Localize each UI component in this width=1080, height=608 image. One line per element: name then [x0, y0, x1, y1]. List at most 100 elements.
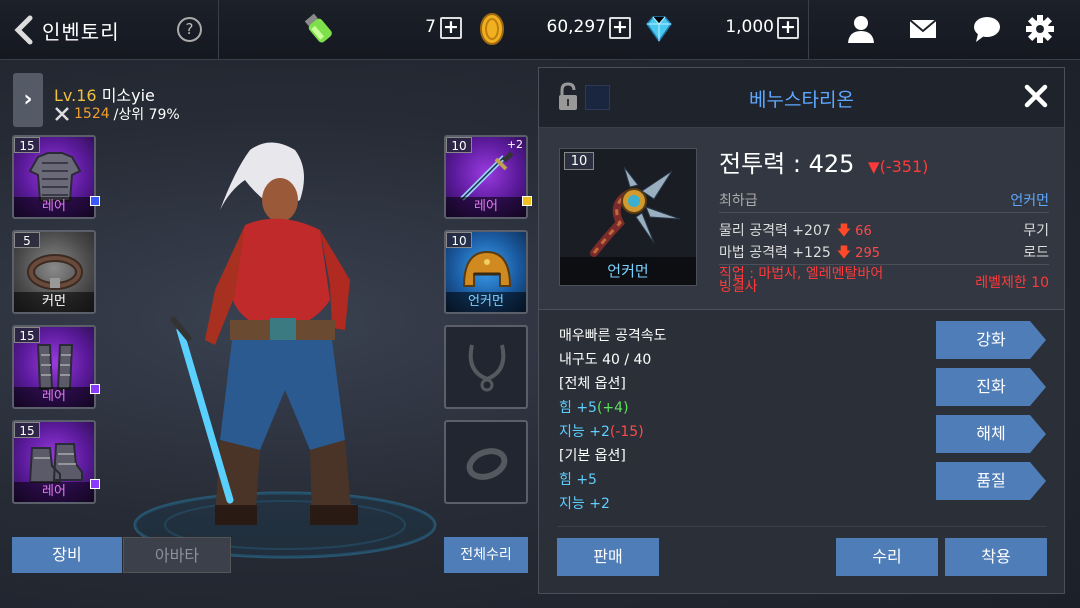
back-button[interactable]: 인벤토리 [12, 12, 132, 48]
slot-level: 10 [446, 137, 472, 153]
requirements-row: 직업 : 마법사, 엘레멘탈바어 빙결사 레벨제한 10 [719, 266, 1049, 295]
magic-attack-diff: 295 [855, 246, 880, 261]
add-gold-button[interactable]: + [609, 17, 631, 39]
gem-icon [646, 16, 672, 43]
base-strength: 힘 +5 [559, 472, 597, 488]
quality-row: 최하급 언커먼 [719, 190, 1049, 210]
magic-attack-row: 마법 공격력 +125 🡇 295 로드 [719, 242, 1049, 266]
socket-gem-icon [90, 196, 100, 206]
help-icon[interactable]: ? [177, 17, 202, 42]
top-bar: 인벤토리 ? 7 + 60,297 + 1,000 + [0, 0, 1080, 60]
combat-power-value: 1524 [74, 106, 110, 122]
panel-header: 베누스타리온 [539, 68, 1064, 128]
chest-armor-icon [28, 152, 82, 202]
dismantle-button[interactable]: 해체 [936, 415, 1046, 453]
socket-gem-icon [90, 479, 100, 489]
physical-attack: 물리 공격력 +207 [719, 223, 831, 239]
belt-slot[interactable]: 5 커먼 [12, 230, 96, 314]
item-detail-panel: 베누스타리온 10 언커먼 전투력 : 425 ▼(-351) 최하급 언커먼 [538, 67, 1065, 594]
combat-diff: (-351) [879, 157, 929, 176]
quality-label: 최하급 [719, 193, 758, 209]
attack-speed: 매우빠른 공격속도 [559, 328, 667, 344]
level-label: Lv.16 [54, 86, 97, 105]
slot-level: 10 [446, 232, 472, 248]
character-model [133, 142, 437, 559]
decrease-arrow-icon: ▼ [868, 158, 880, 176]
decrease-arrow-icon: 🡇 [836, 223, 852, 239]
slot-level: 5 [14, 232, 40, 248]
magic-attack: 마법 공격력 +125 [719, 245, 831, 261]
level-requirement: 레벨제한 10 [975, 275, 1049, 291]
leg-armor-slot[interactable]: 15 레어 [12, 325, 96, 409]
sell-button[interactable]: 판매 [557, 538, 659, 576]
physical-attack-diff: 66 [855, 224, 872, 239]
quality-button[interactable]: 품질 [936, 462, 1046, 500]
add-stamina-button[interactable]: + [440, 17, 462, 39]
socket-gem-icon [90, 384, 100, 394]
combat-power-row: 전투력 : 425 ▼(-351) [719, 144, 928, 179]
armor-slot-top[interactable]: 15 레어 [12, 135, 96, 219]
repair-all-button[interactable]: 전체수리 [444, 537, 528, 573]
enhance-button[interactable]: 강화 [936, 321, 1046, 359]
ring-icon [466, 448, 508, 480]
repair-button[interactable]: 수리 [836, 538, 938, 576]
helmet-slot[interactable]: 10 언커먼 [444, 230, 528, 314]
necklace-slot-empty[interactable] [444, 325, 528, 409]
friends-icon[interactable] [845, 13, 877, 45]
close-icon[interactable] [1024, 84, 1048, 108]
physical-attack-row: 물리 공격력 +207 🡇 66 무기 [719, 220, 1049, 244]
mail-icon[interactable] [907, 13, 939, 45]
strength-stat: 힘 +5(+4) [559, 400, 629, 416]
expand-character-button[interactable]: › [13, 73, 43, 127]
divider [557, 526, 1047, 527]
evolve-button[interactable]: 진화 [936, 368, 1046, 406]
character-name: 미소yie [101, 86, 155, 105]
combat-label: 전투력 : 425 [719, 150, 855, 178]
character-level-name: Lv.16 미소yie [54, 82, 155, 106]
item-summary: 10 언커먼 전투력 : 425 ▼(-351) 최하급 언커먼 물리 공격력 … [539, 128, 1064, 310]
equip-button[interactable]: 착용 [945, 538, 1047, 576]
helmet-icon [462, 250, 512, 287]
ring-slot-empty[interactable] [444, 420, 528, 504]
slot-grade: 레어 [446, 197, 526, 217]
slot-grade: 언커먼 [446, 292, 526, 312]
job-requirement: 직업 : 마법사, 엘레멘탈바어 빙결사 [719, 266, 884, 295]
socket-gem-icon [522, 196, 532, 206]
gold-coin-icon [480, 13, 504, 45]
decrease-arrow-icon: 🡇 [836, 245, 852, 261]
gem-value: 1,000 [725, 17, 774, 37]
divider [719, 212, 1049, 213]
crossed-swords-icon [55, 107, 69, 121]
base-options-header: [기본 옵션] [559, 448, 626, 464]
tab-avatar[interactable]: 아바타 [123, 537, 231, 573]
boots-icon [28, 443, 83, 483]
sword-icon [460, 151, 514, 201]
chevron-left-icon [14, 15, 33, 45]
all-options-header: [전체 옵션] [559, 376, 626, 392]
boots-slot[interactable]: 15 레어 [12, 420, 96, 504]
item-name: 베누스타리온 [749, 89, 854, 111]
slot-grade: 레어 [14, 197, 94, 217]
intelligence-stat: 지능 +2(-15) [559, 424, 644, 440]
slot-grade: 레어 [14, 482, 94, 502]
durability: 내구도 40 / 40 [559, 352, 652, 368]
slot-level: 15 [14, 137, 40, 153]
weapon-slot[interactable]: 10 +2 레어 [444, 135, 528, 219]
strength-bonus: (+4) [596, 400, 629, 416]
enhance-level: +2 [506, 138, 523, 151]
quality-grade: 언커먼 [1010, 193, 1049, 209]
necklace-icon [468, 344, 506, 392]
add-gem-button[interactable]: + [777, 17, 799, 39]
item-stats: 매우빠른 공격속도 내구도 40 / 40 [전체 옵션] 힘 +5(+4) 지… [559, 324, 667, 516]
gold-value: 60,297 [546, 17, 606, 37]
divider [808, 0, 809, 60]
rank-text: /상위 79% [113, 107, 180, 123]
item-level: 10 [564, 152, 594, 170]
tab-equipment[interactable]: 장비 [12, 537, 122, 573]
chat-icon[interactable] [971, 13, 1003, 45]
settings-gear-icon[interactable] [1024, 13, 1056, 45]
intelligence-bonus: (-15) [609, 424, 644, 440]
stamina-potion-icon [304, 13, 332, 43]
slot-level: 15 [14, 422, 40, 438]
item-type: 무기 [1023, 223, 1049, 239]
